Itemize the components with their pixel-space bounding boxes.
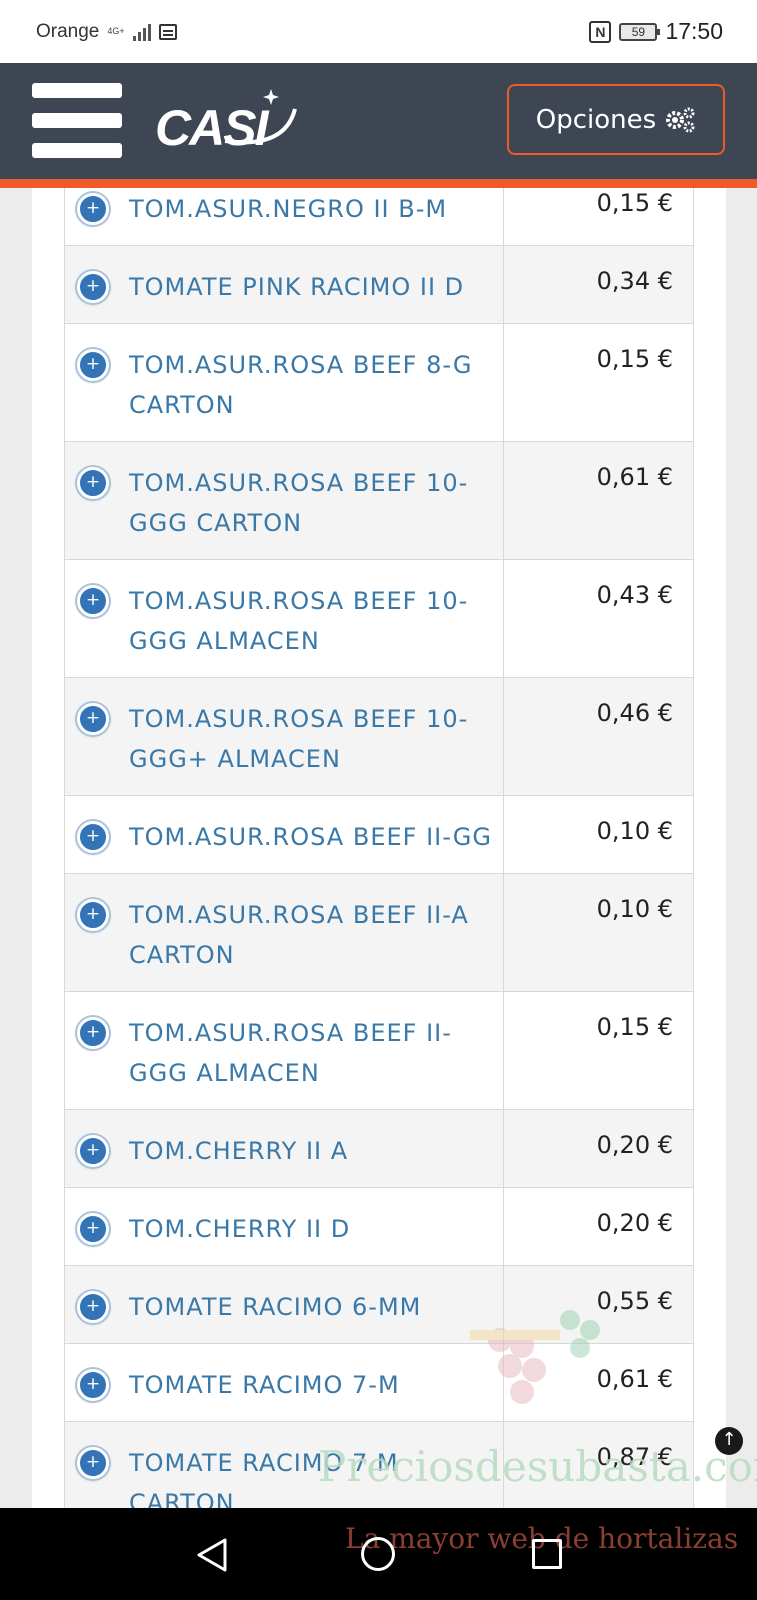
recent-apps-icon[interactable] [532, 1539, 562, 1569]
table-row[interactable]: + TOM.CHERRY II D 0,20 € [64, 1188, 694, 1266]
table-row[interactable]: + TOMATE PINK RACIMO II D 0,34 € [64, 246, 694, 324]
product-name[interactable]: TOM.ASUR.ROSA BEEF 10-GGG CARTON [129, 463, 493, 543]
plus-circle-icon[interactable]: + [77, 1135, 109, 1167]
product-cell: + TOM.ASUR.NEGRO II B-M [65, 188, 504, 245]
product-cell: + TOM.CHERRY II A [65, 1110, 504, 1187]
grapes-watermark-icon [470, 1310, 600, 1404]
product-name[interactable]: TOM.ASUR.ROSA BEEF 8-G CARTON [129, 345, 493, 425]
logo-swoosh-icon [224, 89, 297, 145]
table-row[interactable]: + TOM.ASUR.ROSA BEEF 10-GGG+ ALMACEN 0,46 … [64, 678, 694, 796]
nfc-icon: N [589, 20, 612, 43]
notification-icon [158, 23, 177, 40]
product-cell: + TOM.ASUR.ROSA BEEF II-GGG ALMACEN [65, 992, 504, 1109]
price-cell: 0,43 € [596, 581, 673, 609]
gears-icon [666, 107, 695, 132]
product-cell: + TOM.ASUR.ROSA BEEF II-GG [65, 796, 504, 873]
product-name[interactable]: TOMATE RACIMO 6-MM [129, 1287, 421, 1327]
plus-circle-icon[interactable]: + [77, 1291, 109, 1323]
home-icon[interactable] [361, 1537, 395, 1571]
plus-circle-icon[interactable]: + [77, 585, 109, 617]
product-name[interactable]: TOM.ASUR.ROSA BEEF II-GG [129, 817, 492, 857]
plus-circle-icon[interactable]: + [77, 349, 109, 381]
product-cell: + TOM.ASUR.ROSA BEEF 8-G CARTON [65, 324, 504, 441]
status-bar: Orange 4G+ N 59 17:50 [0, 0, 757, 63]
price-cell: 0,61 € [596, 463, 673, 491]
price-cell: 0,20 € [596, 1131, 673, 1159]
plus-circle-icon[interactable]: + [77, 1017, 109, 1049]
price-cell: 0,15 € [596, 1013, 673, 1041]
product-name[interactable]: TOM.CHERRY II A [129, 1131, 348, 1171]
app-header: CASI Opciones [0, 63, 757, 179]
plus-circle-icon[interactable]: + [77, 1447, 109, 1479]
product-name[interactable]: TOM.CHERRY II D [129, 1209, 350, 1249]
battery-level: 59 [631, 24, 646, 39]
status-right: N 59 17:50 [589, 18, 723, 45]
product-cell: + TOM.ASUR.ROSA BEEF 10-GGG+ ALMACEN [65, 678, 504, 795]
options-button[interactable]: Opciones [507, 84, 725, 155]
price-cell: 0,10 € [596, 895, 673, 923]
plus-circle-icon[interactable]: + [77, 271, 109, 303]
carrier-label: Orange [36, 20, 100, 42]
product-name[interactable]: TOM.ASUR.ROSA BEEF II-GGG ALMACEN [129, 1013, 493, 1093]
table-row[interactable]: + TOM.ASUR.ROSA BEEF 10-GGG ALMACEN 0,43 € [64, 560, 694, 678]
price-cell: 0,46 € [596, 699, 673, 727]
clock: 17:50 [665, 18, 723, 44]
price-cell: 0,20 € [596, 1209, 673, 1237]
product-name[interactable]: TOMATE RACIMO 7-M [129, 1365, 400, 1405]
table-row[interactable]: + TOM.ASUR.ROSA BEEF 10-GGG CARTON 0,61 € [64, 442, 694, 560]
product-cell: + TOMATE RACIMO 7-M [65, 1344, 504, 1421]
plus-circle-icon[interactable]: + [77, 467, 109, 499]
product-cell: + TOM.ASUR.ROSA BEEF II-A CARTON [65, 874, 504, 991]
table-row[interactable]: + TOM.ASUR.ROSA BEEF II-GG 0,10 € [64, 796, 694, 874]
product-cell: + TOM.ASUR.ROSA BEEF 10-GGG ALMACEN [65, 560, 504, 677]
product-cell: + TOMATE PINK RACIMO II D [65, 246, 504, 323]
product-cell: + TOM.CHERRY II D [65, 1188, 504, 1265]
menu-icon[interactable] [32, 83, 122, 159]
plus-circle-icon[interactable]: + [77, 193, 109, 225]
arrow-up-icon: ↑ [721, 1429, 737, 1450]
product-name[interactable]: TOM.ASUR.ROSA BEEF 10-GGG+ ALMACEN [129, 699, 493, 779]
plus-circle-icon[interactable]: + [77, 703, 109, 735]
price-cell: 0,34 € [596, 267, 673, 295]
table-row[interactable]: + TOM.CHERRY II A 0,20 € [64, 1110, 694, 1188]
product-name[interactable]: TOM.ASUR.ROSA BEEF 10-GGG ALMACEN [129, 581, 493, 661]
table-row[interactable]: + TOM.ASUR.ROSA BEEF II-A CARTON 0,10 € [64, 874, 694, 992]
plus-circle-icon[interactable]: + [77, 1369, 109, 1401]
header-accent-bar [0, 179, 757, 188]
back-icon[interactable] [195, 1537, 229, 1573]
product-cell: + TOM.ASUR.ROSA BEEF 10-GGG CARTON [65, 442, 504, 559]
network-label: 4G+ [107, 26, 125, 36]
price-cell: 0,15 € [596, 345, 673, 373]
plus-circle-icon[interactable]: + [77, 1213, 109, 1245]
plus-circle-icon[interactable]: + [77, 899, 109, 931]
scroll-top-button[interactable]: ↑ [715, 1427, 743, 1455]
signal-icon [132, 23, 151, 41]
product-name[interactable]: TOMATE PINK RACIMO II D [129, 267, 464, 307]
table-row[interactable]: + TOM.ASUR.ROSA BEEF 8-G CARTON 0,15 € [64, 324, 694, 442]
product-name[interactable]: TOM.ASUR.ROSA BEEF II-A CARTON [129, 895, 493, 975]
table-row[interactable]: + TOM.ASUR.ROSA BEEF II-GGG ALMACEN 0,15 € [64, 992, 694, 1110]
watermark-site: Preciosdesubasta.com [318, 1442, 757, 1491]
casi-logo[interactable]: CASI [155, 79, 315, 159]
plus-circle-icon[interactable]: + [77, 821, 109, 853]
battery-icon: 59 [619, 22, 661, 41]
product-cell: + TOMATE RACIMO 6-MM [65, 1266, 504, 1343]
product-name[interactable]: TOM.ASUR.NEGRO II B-M [129, 189, 447, 229]
options-label: Opciones [535, 104, 657, 135]
table-row[interactable]: + TOM.ASUR.NEGRO II B-M 0,15 € [64, 188, 694, 246]
price-cell: 0,10 € [596, 817, 673, 845]
price-cell: 0,15 € [596, 189, 673, 217]
status-left: Orange 4G+ [36, 21, 177, 43]
